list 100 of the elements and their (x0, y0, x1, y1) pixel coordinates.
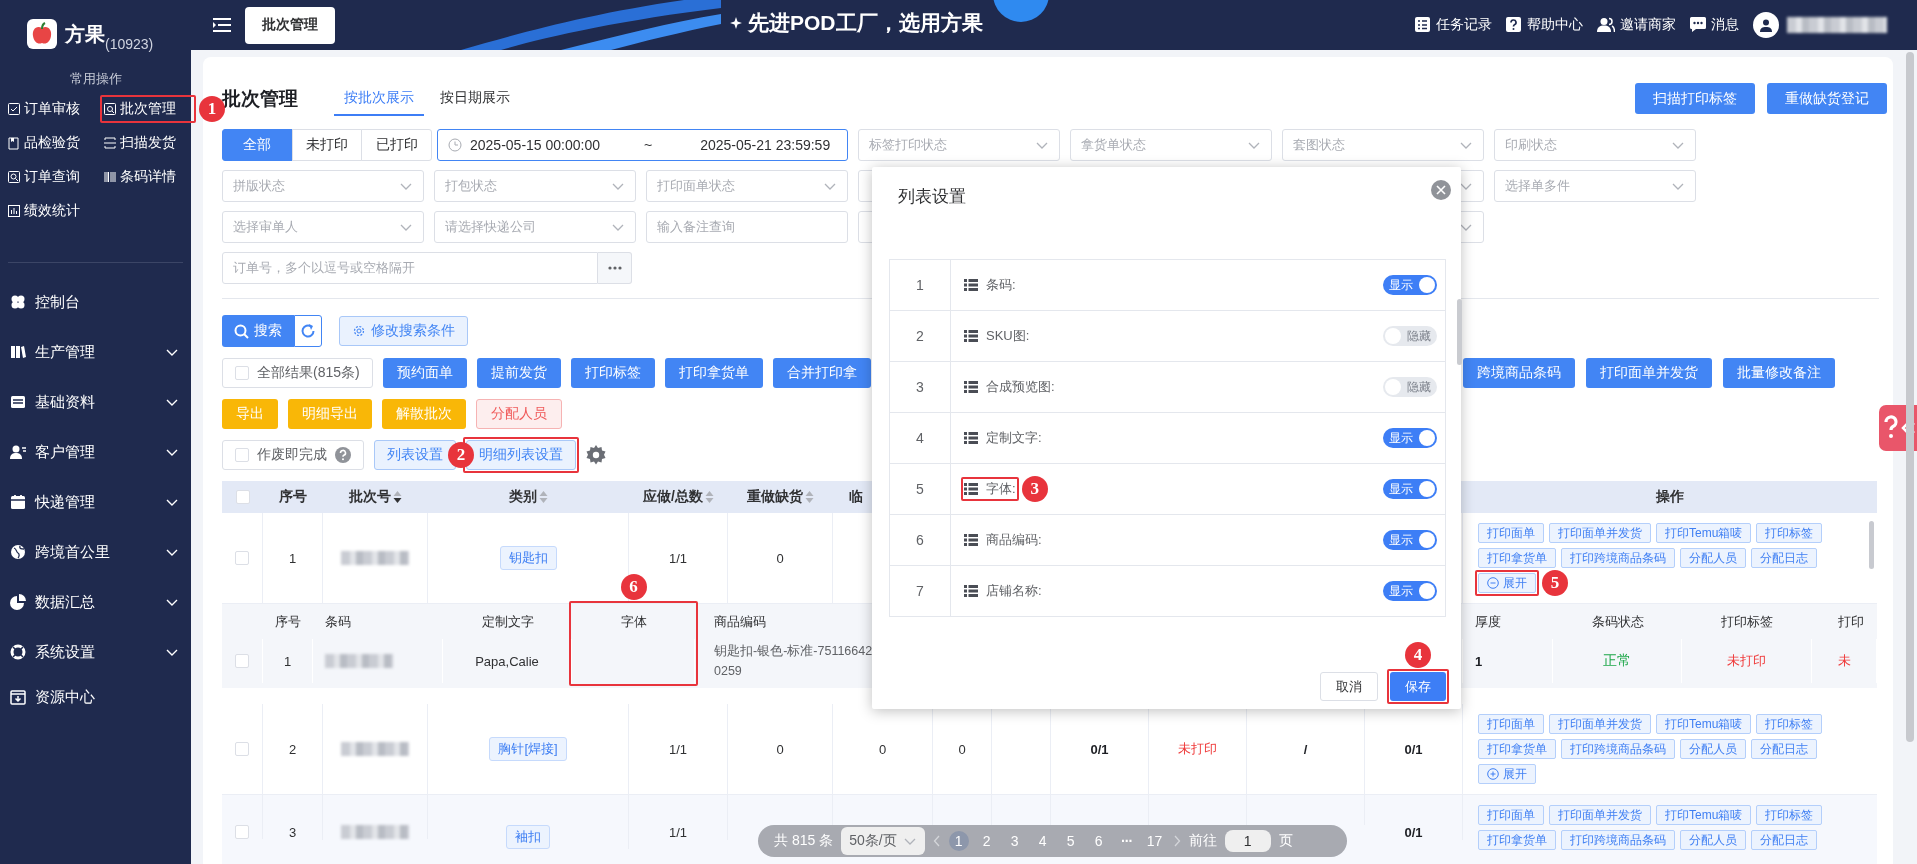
row-action-button[interactable]: 分配日志 (1751, 830, 1817, 850)
row-action-button[interactable]: 打印跨境商品条码 (1561, 739, 1675, 759)
filter-segment[interactable]: 已打印 (361, 129, 432, 161)
row-action-button[interactable]: 打印Temu箱唛 (1656, 523, 1752, 543)
bulk-action-button[interactable]: 打印标签 (570, 358, 655, 388)
row-action-button[interactable]: 打印面单并发货 (1549, 523, 1651, 543)
detail-list-settings-button[interactable]: 明细列表设置 (466, 440, 576, 470)
row-action-button[interactable]: 打印Temu箱唛 (1656, 714, 1752, 734)
assign-staff-button[interactable]: 分配人员 (476, 399, 562, 429)
page-button[interactable]: 6 (1088, 831, 1109, 851)
bulk-action-button[interactable]: 打印面单并发货 (1586, 358, 1712, 388)
bulk-action-button[interactable]: 打印拿货单 (664, 358, 763, 388)
row-action-button[interactable]: 打印跨境商品条码 (1561, 830, 1675, 850)
list-settings-button[interactable]: 列表设置 (374, 440, 456, 470)
row-action-button[interactable]: 打印标签 (1756, 714, 1823, 734)
action-button[interactable]: 重做缺货登记 (1767, 83, 1887, 114)
row-action-button[interactable]: 分配日志 (1751, 548, 1817, 568)
scrollbar[interactable] (1869, 521, 1874, 569)
menu-item[interactable]: 跨境首公里 (0, 527, 191, 577)
page-button[interactable]: 4 (1032, 831, 1053, 851)
checkbox[interactable] (235, 825, 249, 839)
search-button[interactable]: 搜索 (222, 315, 294, 347)
bulk-action-button[interactable]: 合并打印拿 (772, 358, 871, 388)
page-size-select[interactable]: 50条/页 (841, 827, 925, 855)
row-action-button[interactable]: 打印Temu箱唛 (1656, 805, 1752, 825)
refresh-button[interactable] (294, 315, 322, 347)
more-button[interactable] (598, 252, 632, 284)
quick-link[interactable]: 批次管理 (103, 98, 193, 120)
select-field[interactable]: 标签打印状态 (858, 129, 1060, 161)
modify-search-button[interactable]: 修改搜索条件 (339, 316, 468, 346)
checkbox[interactable] (235, 654, 249, 668)
all-results-checkbox[interactable]: 全部结果(815条) (222, 358, 373, 388)
select-field[interactable]: 套图状态 (1282, 129, 1484, 161)
header-link[interactable]: 消息 (1690, 16, 1739, 34)
more-pages-button[interactable]: ··· (1116, 831, 1137, 851)
bulk-action-button[interactable]: 预约面单 (382, 358, 467, 388)
scrollbar[interactable] (1457, 299, 1462, 365)
visibility-toggle[interactable]: 显示 (1383, 479, 1437, 499)
menu-item[interactable]: 生产管理 (0, 327, 191, 377)
row-action-button[interactable]: 打印标签 (1756, 523, 1823, 543)
visibility-toggle[interactable]: 显示 (1383, 530, 1437, 550)
save-button[interactable]: 保存 (1390, 672, 1446, 701)
page-button[interactable]: 3 (1004, 831, 1025, 851)
order-number-field[interactable]: 订单号，多个以逗号或空格隔开 (222, 252, 598, 284)
quick-link[interactable]: 订单审核 (7, 98, 103, 120)
expand-button[interactable]: 展开 (1478, 573, 1536, 593)
row-action-button[interactable]: 分配人员 (1680, 830, 1746, 850)
page-button[interactable]: 5 (1060, 831, 1081, 851)
row-action-button[interactable]: 分配日志 (1751, 739, 1817, 759)
filter-segment[interactable]: 未打印 (291, 129, 363, 161)
menu-item[interactable]: 客户管理 (0, 427, 191, 477)
date-range-field[interactable]: 2025-05-15 00:00:00 ~ 2025-05-21 23:59:59 (437, 129, 848, 161)
menu-item[interactable]: 基础资料 (0, 377, 191, 427)
close-icon[interactable] (1431, 180, 1451, 200)
page-input[interactable]: 1 (1224, 830, 1271, 852)
checkbox[interactable] (235, 490, 250, 504)
view-tab[interactable]: 按批次展示 (334, 81, 424, 116)
row-action-button[interactable]: 打印跨境商品条码 (1561, 548, 1675, 568)
select-field[interactable]: 拿货单状态 (1070, 129, 1272, 161)
void-done-checkbox[interactable]: 作废即完成 (222, 440, 364, 470)
row-action-button[interactable]: 打印标签 (1756, 805, 1823, 825)
select-field[interactable]: 选择单多件 (1494, 170, 1696, 202)
menu-item[interactable]: 快递管理 (0, 477, 191, 527)
action-button[interactable]: 扫描打印标签 (1635, 83, 1755, 114)
quick-link[interactable]: 绩效统计 (7, 200, 103, 222)
select-field[interactable]: 印刷状态 (1494, 129, 1696, 161)
cancel-button[interactable]: 取消 (1320, 672, 1378, 701)
select-field[interactable]: 打包状态 (434, 170, 636, 202)
bulk-action-button[interactable]: 批量修改备注 (1723, 358, 1835, 388)
row-action-button[interactable]: 打印拿货单 (1478, 830, 1556, 850)
row-action-button[interactable]: 打印面单 (1478, 714, 1544, 734)
visibility-toggle[interactable]: 显示 (1383, 428, 1437, 448)
quick-link[interactable]: 订单查询 (7, 166, 103, 188)
row-action-button[interactable]: 打印拿货单 (1478, 548, 1556, 568)
view-tab[interactable]: 按日期展示 (430, 81, 520, 116)
bulk-action-button[interactable]: 提前发货 (476, 358, 561, 388)
row-action-button[interactable]: 分配人员 (1680, 548, 1746, 568)
row-action-button[interactable]: 打印面单 (1478, 805, 1544, 825)
visibility-toggle[interactable]: 显示 (1383, 275, 1437, 295)
select-field[interactable]: 请选择快递公司 (434, 211, 636, 243)
checkbox[interactable] (235, 742, 249, 756)
header-link[interactable]: 邀请商家 (1597, 16, 1676, 34)
input-field[interactable]: 输入备注查询 (646, 211, 848, 243)
menu-item[interactable]: 控制台 (0, 277, 191, 327)
row-action-button[interactable]: 打印拿货单 (1478, 739, 1556, 759)
header-link[interactable]: 帮助中心 (1506, 16, 1583, 34)
visibility-toggle[interactable]: 隐藏 (1383, 377, 1437, 397)
page-button[interactable]: 17 (1144, 831, 1165, 851)
row-action-button[interactable]: 打印面单并发货 (1549, 805, 1651, 825)
checkbox[interactable] (235, 551, 249, 565)
filter-segment[interactable]: 全部 (222, 129, 293, 161)
menu-item[interactable]: 资源中心 (0, 677, 191, 717)
avatar[interactable] (1753, 12, 1779, 38)
expand-button[interactable]: 展开 (1478, 764, 1536, 784)
visibility-toggle[interactable]: 显示 (1383, 581, 1437, 601)
visibility-toggle[interactable]: 隐藏 (1383, 326, 1437, 346)
header-link[interactable]: 任务记录 (1415, 16, 1492, 34)
quick-link[interactable]: 扫描发货 (103, 132, 193, 154)
row-action-button[interactable]: 打印面单并发货 (1549, 714, 1651, 734)
select-field[interactable]: 选择审单人 (222, 211, 424, 243)
